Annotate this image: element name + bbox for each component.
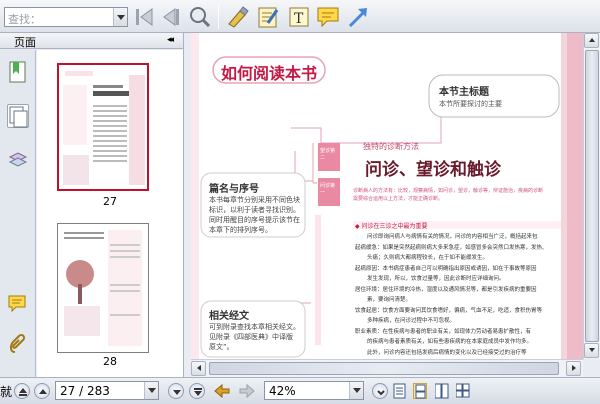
page-thumbnails-list: 27 28	[37, 50, 183, 377]
comment-icon[interactable]	[316, 5, 340, 29]
zoom-level-value: 42%	[269, 384, 296, 398]
callout-title-title: 篇名与序号	[209, 184, 259, 195]
scroll-right-button[interactable]	[566, 361, 581, 376]
page-title: 如何阅读本书	[221, 64, 318, 83]
page-dropdown-button[interactable]	[144, 382, 158, 399]
body-line: 起病缓急：如果是突然起病则病大多来急症，如感冒多会突然口发热寒，发热、	[355, 245, 548, 251]
attachments-tab-icon[interactable]	[7, 332, 29, 356]
side-badge: 问诊第一	[320, 183, 336, 196]
magnifier-search-icon[interactable]	[187, 5, 211, 29]
callout-title-desc-line: 标识，以利于读者寻找识别。	[209, 206, 300, 214]
text-icon[interactable]: T	[287, 5, 311, 29]
search-dropdown-button[interactable]	[113, 8, 127, 26]
body-line: 职业素质：在性疾病与患者的职业有关，如现体力劳动者易患扩散性，有	[355, 329, 532, 335]
body-line: 此外，问诊内容还包括发病后病情的变化以及已经接受过的治疗等	[367, 350, 527, 356]
forward-arrow-icon[interactable]	[238, 382, 256, 400]
callout-title-desc-line: 本书每章节分别采用不同色块	[209, 196, 300, 204]
vertical-scrollbar[interactable]	[583, 33, 600, 359]
intro-text-line: 诊断病人的方法有：比较，观察病情，如问诊，望诊，触诊等，辩证施治，疾病的诊断	[353, 188, 544, 194]
body-line: 多种疾病，在问诊过程中不可忽视。	[367, 318, 456, 324]
collapse-panel-button[interactable]: ◂◂	[167, 35, 174, 45]
thumbnail-page-number: 27	[103, 195, 117, 208]
highlighter-icon[interactable]	[226, 5, 250, 29]
panel-splitter[interactable]	[183, 33, 191, 377]
next-page-button[interactable]	[168, 383, 184, 399]
continuous-facing-view-icon[interactable]	[455, 383, 470, 399]
pages-tab-icon[interactable]	[7, 104, 29, 128]
body-line: 居住环境：居住环境的冷热，湿度以及通风情况等，都是引发疾病的重要因	[355, 287, 537, 293]
svg-text:T: T	[294, 11, 304, 27]
panel-tab-strip	[0, 50, 36, 377]
first-page-button[interactable]	[14, 383, 30, 399]
body-line: 素，要询问清楚。	[367, 297, 412, 303]
last-page-button[interactable]	[189, 383, 205, 399]
page-thumbnail[interactable]	[57, 63, 149, 191]
intro-text-line: 需要综合运用以上方法，才能正确诊断。	[353, 196, 444, 202]
zoom-dropdown-button[interactable]	[349, 382, 363, 399]
page-number-field[interactable]: 27 / 283	[55, 381, 159, 400]
layers-tab-icon[interactable]	[7, 148, 29, 172]
body-line: 的疾病与患者素质有关，如有些患疾病的在本家庭成员中发作均多。	[367, 339, 533, 345]
arrow-tool-icon[interactable]	[346, 5, 370, 29]
horizontal-scroll-thumb[interactable]	[209, 362, 559, 375]
single-page-view-icon[interactable]	[393, 383, 407, 399]
thumbnail-page-number: 28	[103, 355, 117, 368]
pages-panel-header: 页面 ◂◂	[0, 33, 183, 49]
callout-topic-desc: 本节所要探讨的主要	[439, 100, 502, 108]
note-icon[interactable]	[256, 5, 280, 29]
chapter-title: 问诊、望诊和触诊	[365, 160, 501, 180]
callout-ref-desc-line: 可到附录查找本章相关经文。	[209, 323, 300, 331]
pdf-reader-window: 查找： T 页面 ◂◂ 27 28 如何阅读本书 本节主标题 本节所要探讨的主要…	[0, 0, 600, 404]
callout-title-desc-line: 同时用醒目的序号提示该节在	[209, 216, 300, 224]
scroll-left-button[interactable]	[191, 361, 206, 376]
previous-page-button[interactable]	[34, 383, 50, 399]
body-line: 问诊即询问病人与病情有关的情况，问诊的内容相当广泛，概括起来包	[367, 234, 538, 240]
truncated-label: 就	[0, 385, 13, 399]
search-placeholder: 查找：	[8, 13, 41, 26]
continuous-view-icon[interactable]	[413, 383, 427, 399]
comments-tab-icon[interactable]	[7, 292, 29, 316]
body-line: 发生发现，所以，饮食过量等，因此诊断时应详细询问。	[367, 276, 505, 282]
page-number-value: 27 / 283	[60, 384, 110, 398]
document-page-view[interactable]: 如何阅读本书 本节主标题 本节所要探讨的主要 独特的诊断方法 问诊、望诊和触诊 …	[191, 33, 583, 359]
body-line: 饮食起居：饮食方面要询问其饮食嗜好，偏病，气血不足，吃适，食积伤胃等	[355, 308, 543, 314]
scroll-down-button[interactable]	[584, 343, 599, 358]
side-badge: 望诊第二	[320, 148, 336, 161]
navigation-bar: 就 27 / 283 42%	[0, 377, 600, 404]
body-line: 起病原因：本书病症患者自己可以明确指出原因或诱因，如在于事故等原因	[355, 266, 537, 272]
bookmark-tab-icon[interactable]	[7, 60, 29, 84]
scroll-up-button[interactable]	[584, 33, 599, 48]
callout-title-desc-line: 本章下的排列序号。	[209, 226, 272, 234]
pages-panel-title: 页面	[14, 36, 36, 49]
horizontal-scrollbar[interactable]	[191, 359, 583, 377]
search-input[interactable]: 查找：	[4, 7, 128, 27]
callout-topic-title: 本节主标题	[439, 87, 489, 98]
callout-ref-desc-line: 见附录《四部医典》中译版	[209, 333, 293, 341]
facing-view-icon[interactable]	[434, 383, 449, 399]
first-page-icon[interactable]	[132, 5, 156, 29]
chapter-small-label: 独特的诊断方法	[363, 142, 419, 151]
zoom-out-button[interactable]	[372, 383, 388, 399]
callout-ref-desc-line: 原文”。	[209, 343, 234, 351]
section-heading: ◆ 问诊在三诊之中最为重要	[355, 223, 428, 230]
back-arrow-icon[interactable]	[213, 382, 231, 400]
vertical-scroll-thumb[interactable]	[585, 50, 599, 342]
zoom-level-field[interactable]: 42%	[264, 381, 364, 400]
toolbar: 查找： T	[0, 0, 600, 33]
find-prev-icon[interactable]	[160, 5, 184, 29]
body-line: 头痛；久则病大都病程较长，在于如不能缓发生。	[367, 255, 489, 261]
callout-ref-title: 相关经文	[209, 311, 249, 322]
page-thumbnail[interactable]	[57, 223, 149, 353]
